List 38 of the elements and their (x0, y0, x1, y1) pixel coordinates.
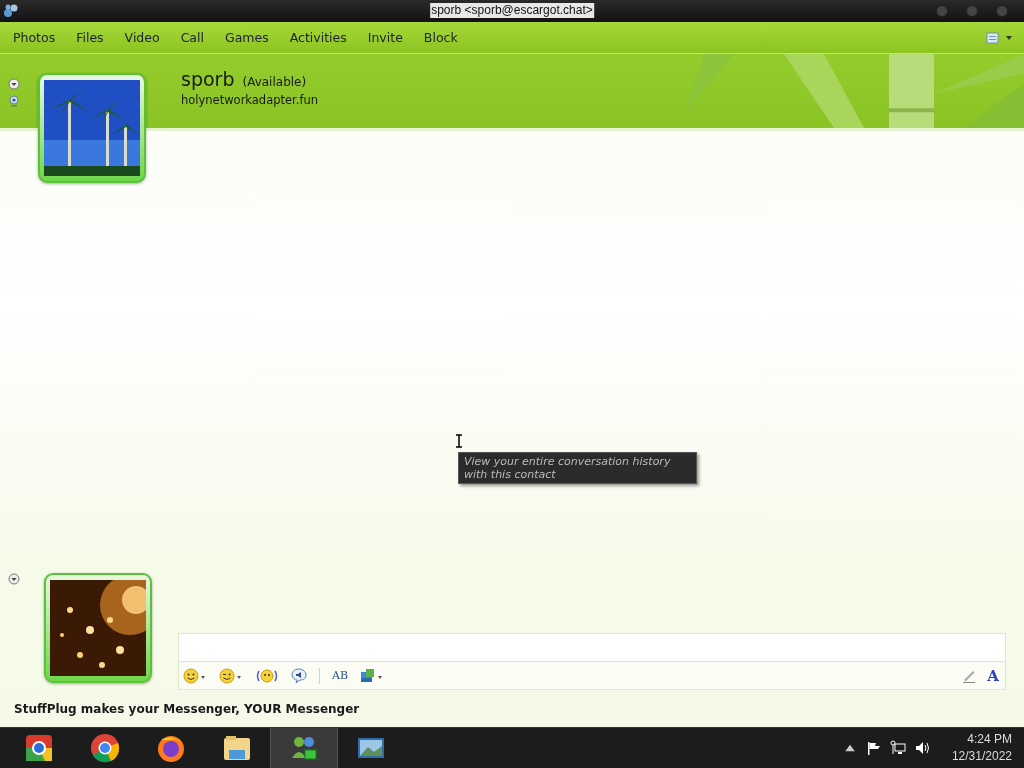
wink-icon[interactable] (219, 667, 243, 684)
status-text: StuffPlug makes your Messenger, YOUR Messenger (14, 702, 360, 716)
flag-icon[interactable] (865, 740, 882, 756)
menu-item[interactable]: Video (124, 30, 160, 45)
contact-name: sporb (181, 68, 235, 90)
webcam-icon[interactable] (8, 95, 20, 107)
menu-item[interactable]: Block (423, 30, 458, 45)
clock-date: 12/31/2022 (951, 748, 1012, 765)
expand-icon[interactable] (8, 78, 20, 90)
menu-item[interactable]: Files (76, 30, 104, 45)
messenger-icon (3, 3, 19, 19)
menu-item[interactable]: Activities (289, 30, 347, 45)
menu-item[interactable]: Photos (13, 30, 56, 45)
personal-message: holynetworkadapter.fun (181, 93, 319, 107)
tooltip-text: with this contact (464, 468, 557, 481)
nudge-icon[interactable] (255, 667, 279, 684)
message-input-field[interactable] (178, 633, 1006, 662)
tooltip-text: View your entire conversation history (464, 455, 671, 468)
chromium-icon (23, 732, 55, 764)
clock[interactable]: 4:24 PM 12/31/2022 (951, 731, 1012, 765)
contact-status: (Available) (242, 75, 307, 89)
menu-item[interactable]: Games (225, 30, 269, 45)
menu-item[interactable]: Invite (367, 30, 403, 45)
caret-icon[interactable] (1006, 35, 1012, 40)
spell-check-button[interactable]: AB (332, 669, 349, 682)
menu-item[interactable]: Call (180, 30, 204, 45)
chrome-icon (89, 732, 121, 764)
clock-time: 4:24 PM (967, 731, 1012, 748)
window-menu-icon[interactable] (986, 30, 1000, 45)
background-icon[interactable] (360, 667, 385, 684)
expand-icon[interactable] (8, 573, 20, 585)
text-cursor-icon (455, 434, 463, 448)
font-button[interactable]: A (987, 666, 999, 685)
voice-clip-icon[interactable] (291, 667, 307, 684)
emoticon-icon[interactable] (183, 667, 207, 684)
speaker-icon[interactable] (913, 740, 930, 756)
window-title: sporb <sporb@escargot.chat> (430, 3, 594, 18)
network-icon[interactable] (889, 740, 906, 756)
